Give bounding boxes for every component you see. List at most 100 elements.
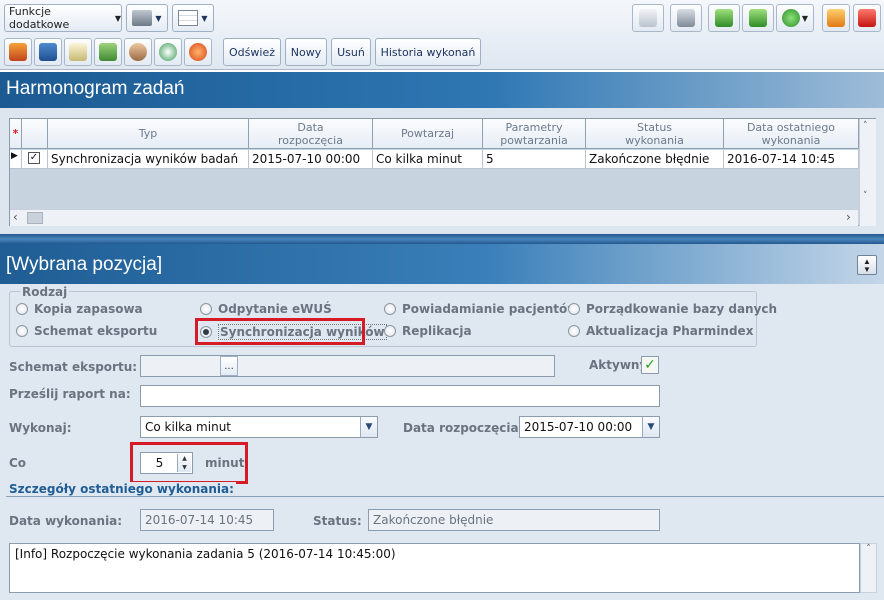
status-field: Zakończone błędnie — [368, 509, 660, 531]
data-wykonania-label: Data wykonania: — [9, 514, 123, 528]
aktywny-label: Aktywny — [589, 358, 648, 372]
chevron-down-icon: ▼ — [201, 13, 208, 23]
detail-title: [Wybrana pozycja] — [6, 254, 163, 275]
refresh-button[interactable]: Odśwież — [223, 38, 281, 66]
radio-porzadkowanie[interactable]: Porządkowanie bazy danych — [568, 302, 777, 316]
scroll-thumb[interactable] — [27, 212, 43, 224]
wykonaj-select[interactable]: Co kilka minut ▼ — [140, 416, 378, 438]
log-scrollbar[interactable]: ˄ — [860, 543, 877, 593]
network-button[interactable] — [670, 4, 702, 32]
clock-icon — [159, 43, 177, 61]
radio-schemat-eksportu[interactable]: Schemat eksportu — [16, 324, 157, 338]
data-rozpoczecia-value: 2015-07-10 00:00 — [524, 420, 633, 434]
lock-button[interactable] — [822, 4, 850, 32]
radio-indicator — [16, 325, 28, 337]
column-header-data-ostatniego[interactable]: Data ostatniego wykonania — [724, 119, 859, 149]
print-button[interactable]: ▼ — [126, 4, 168, 32]
schedule-button[interactable] — [154, 38, 182, 66]
checkmark-icon: ✓ — [644, 357, 656, 373]
cell-powtarzaj: Co kilka minut — [373, 150, 483, 169]
gear-icon — [189, 43, 207, 61]
schemat-eksportu-field[interactable] — [140, 355, 555, 377]
scroll-left-icon: ‹ — [13, 210, 18, 224]
help-icon — [781, 9, 800, 27]
radio-indicator — [568, 325, 580, 337]
calendar-icon — [39, 43, 57, 61]
schedule-panel: * Typ Data rozpoczęcia Powtarzaj Paramet… — [0, 108, 884, 234]
radio-powiadamianie[interactable]: Powiadamianie pacjentów — [384, 302, 578, 316]
calendar-button[interactable] — [34, 38, 62, 66]
radio-porzadk-label: Porządkowanie bazy danych — [586, 302, 778, 316]
schemat-eksportu-label: Schemat eksportu: — [9, 360, 138, 374]
radio-replikacja[interactable]: Replikacja — [384, 324, 472, 338]
data-rozpoczecia-label: Data rozpoczęcia: — [403, 421, 524, 435]
vertical-scrollbar[interactable]: ˄ ˅ — [859, 119, 876, 226]
up-button[interactable] — [742, 4, 774, 32]
co-label: Co — [9, 456, 27, 470]
history-button[interactable]: Historia wykonań — [375, 38, 481, 66]
column-header-powtarzaj[interactable]: Powtarzaj — [373, 119, 483, 149]
schemat-browse-button[interactable]: ... — [220, 356, 238, 376]
schedule-title: Harmonogram zadań — [0, 72, 884, 108]
radio-odpytanie-ewus[interactable]: Odpytanie eWUŚ — [200, 302, 332, 316]
lock-icon — [827, 9, 845, 27]
radio-kopia-label: Kopia zapasowa — [34, 302, 143, 316]
chevron-down-icon: ▼ — [114, 13, 121, 23]
home-button[interactable] — [4, 38, 32, 66]
log-area[interactable]: [Info] Rozpoczęcie wykonania zadania 5 (… — [9, 543, 860, 593]
notes-icon — [69, 43, 87, 61]
power-button[interactable] — [853, 4, 881, 32]
row-indicator: ▶ — [10, 150, 22, 169]
back-button[interactable] — [708, 4, 740, 32]
cell-parametry: 5 — [483, 150, 586, 169]
tools-button[interactable] — [184, 38, 212, 66]
status-label: Status: — [313, 514, 362, 528]
wykonaj-value: Co kilka minut — [145, 420, 231, 434]
wykonaj-label: Wykonaj: — [9, 421, 72, 435]
przeslij-raport-field[interactable] — [140, 385, 660, 407]
data-rozpoczecia-picker[interactable]: 2015-07-10 00:00 ▼ — [519, 416, 660, 438]
highlight-sync-radio — [195, 318, 365, 345]
chevron-down-icon: ▼ — [642, 417, 659, 437]
help-button[interactable]: ▼ — [776, 4, 814, 32]
mail-icon — [639, 9, 657, 27]
checkmark-icon: ✓ — [28, 152, 40, 164]
chevron-down-icon: ▼ — [155, 13, 162, 23]
new-label: Nowy — [290, 45, 322, 59]
column-header-status[interactable]: Status wykonania — [586, 119, 724, 149]
row-checkbox[interactable]: ✓ — [22, 150, 48, 169]
cell-data-rozpoczecia: 2015-07-10 00:00 — [249, 150, 373, 169]
layout-icon — [178, 10, 199, 26]
scroll-right-icon: › — [846, 210, 851, 224]
log-text: [Info] Rozpoczęcie wykonania zadania 5 (… — [15, 547, 396, 561]
radio-pharmindex[interactable]: Aktualizacja Pharmindex — [568, 324, 753, 338]
power-icon — [858, 9, 876, 27]
delete-button[interactable]: Usuń — [331, 38, 371, 66]
patients-button[interactable] — [124, 38, 152, 66]
chevron-down-icon: ▼ — [801, 13, 809, 23]
data-wykonania-field: 2016-07-14 10:45 — [140, 509, 274, 531]
aktywny-checkbox[interactable]: ✓ — [641, 356, 659, 374]
new-button[interactable]: Nowy — [285, 38, 327, 66]
column-header-parametry[interactable]: Parametry powtarzania — [483, 119, 586, 149]
documents-button[interactable] — [94, 38, 122, 66]
cell-status: Zakończone błędnie — [586, 150, 724, 169]
view-layout-button[interactable]: ▼ — [172, 4, 214, 32]
radio-replik-label: Replikacja — [402, 324, 472, 338]
checkbox-column-header — [22, 119, 48, 149]
notes-button[interactable] — [64, 38, 92, 66]
horizontal-scrollbar[interactable]: ‹ › — [10, 209, 858, 226]
user-icon — [129, 43, 147, 61]
scroll-down-icon: ˅ — [863, 191, 868, 201]
mail-button[interactable] — [632, 4, 664, 32]
radio-kopia-zapasowa[interactable]: Kopia zapasowa — [16, 302, 143, 316]
przeslij-raport-label: Prześlij raport na: — [9, 387, 131, 401]
collapse-button[interactable]: ▲ ▼ — [857, 255, 877, 275]
column-header-data-rozpoczecia[interactable]: Data rozpoczęcia — [249, 119, 373, 149]
funkcje-dodatkowe-dropdown[interactable]: Funkcje dodatkowe ▼ — [4, 4, 122, 32]
radio-schemat-label: Schemat eksportu — [34, 324, 158, 338]
funkcje-dodatkowe-label: Funkcje dodatkowe — [9, 5, 70, 31]
column-header-typ[interactable]: Typ — [48, 119, 249, 149]
splitter[interactable] — [0, 234, 884, 244]
delete-label: Usuń — [337, 45, 365, 59]
